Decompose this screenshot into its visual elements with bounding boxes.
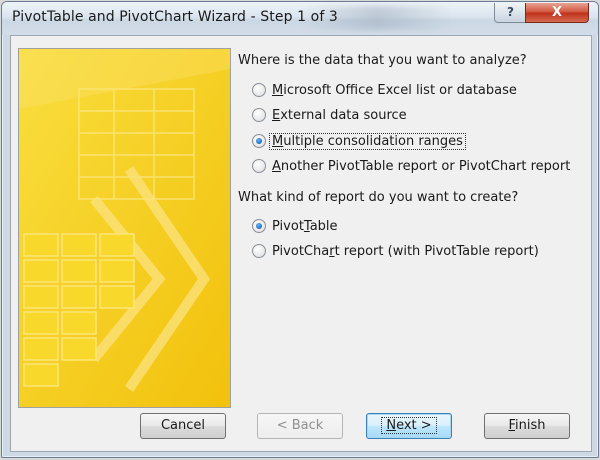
radio-external-source[interactable] [252,108,266,122]
option-consolidation-ranges[interactable]: Multiple consolidation ranges [252,131,466,151]
option-label: PivotTable [272,218,338,234]
back-button[interactable]: < Back [257,413,343,439]
option-label: Microsoft Office Excel list or database [272,82,517,98]
spreadsheet-illustration-icon [19,49,230,407]
finish-button[interactable]: Finish [484,413,570,439]
option-another-pivot[interactable]: Another PivotTable report or PivotChart … [252,156,570,176]
report-type-question: What kind of report do you want to creat… [238,190,519,205]
option-label: External data source [272,107,407,123]
option-pivotchart[interactable]: PivotChart report (with PivotTable repor… [252,241,539,261]
next-button[interactable]: Next > [366,413,452,439]
help-button[interactable]: ? [494,3,527,23]
finish-button-label: Finish [508,418,546,433]
title-bar[interactable]: PivotTable and PivotChart Wizard - Step … [2,2,598,35]
radio-pivotchart[interactable] [252,244,266,258]
dialog-title: PivotTable and PivotChart Wizard - Step … [12,9,338,25]
option-label: PivotChart report (with PivotTable repor… [272,243,539,259]
close-icon: X [551,5,563,20]
option-pivottable[interactable]: PivotTable [252,216,338,236]
radio-consolidation-ranges[interactable] [252,134,266,148]
next-button-label: Next > [381,417,437,434]
close-button[interactable]: X [525,3,589,23]
option-external-source[interactable]: External data source [252,105,407,125]
cancel-button[interactable]: Cancel [140,413,226,439]
radio-pivottable[interactable] [252,219,266,233]
radio-excel-list[interactable] [252,83,266,97]
wizard-banner-image [18,48,231,408]
option-excel-list[interactable]: Microsoft Office Excel list or database [252,80,517,100]
radio-another-pivot[interactable] [252,159,266,173]
option-label: Multiple consolidation ranges [269,132,466,150]
option-label: Another PivotTable report or PivotChart … [272,158,571,174]
data-source-question: Where is the data that you want to analy… [238,53,527,68]
